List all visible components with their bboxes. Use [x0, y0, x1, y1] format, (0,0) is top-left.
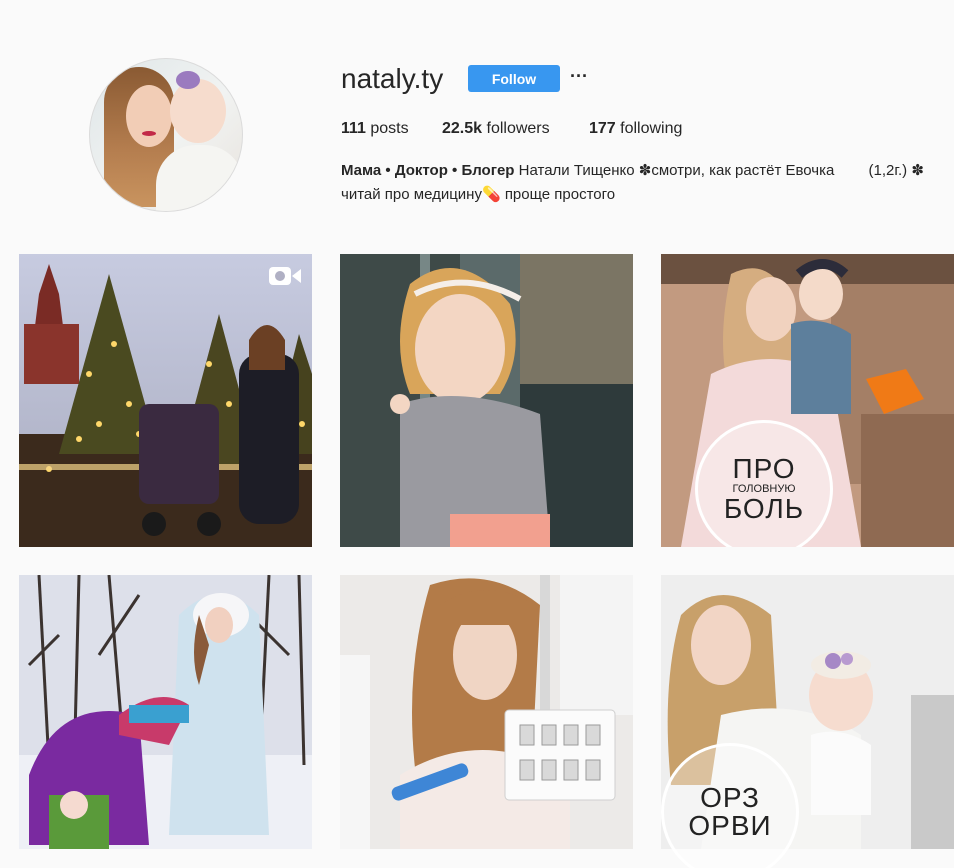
avatar-face [126, 85, 172, 147]
follow-button[interactable]: Follow [468, 65, 560, 92]
avatar-lips [142, 131, 156, 136]
bio-full-name: Мама • Доктор • Блогер [341, 162, 515, 179]
profile-bio: Мама • Доктор • Блогер Натали Тищенко ✽с… [341, 159, 951, 207]
comb-and-vials-image [340, 575, 633, 849]
winter-stroller-image [19, 575, 312, 849]
bio-line-1: Натали Тищенко ✽смотри, как растёт Евочк… [514, 162, 924, 179]
stamp-word-1: ПРО [732, 453, 796, 484]
posts-label: posts [365, 120, 409, 137]
avatar-baby-bow [176, 71, 200, 89]
post-christmas-trees[interactable] [19, 254, 312, 547]
christmas-trees-image [19, 254, 312, 547]
following-count: 177 [589, 120, 616, 137]
more-options-icon[interactable]: ··· [570, 66, 588, 90]
followers-stat[interactable]: 22.5k followers [442, 119, 550, 139]
toddler-aquarium-image [340, 254, 633, 547]
stamp-word-1: ОРЗ [700, 782, 760, 813]
posts-count: 111 [341, 120, 366, 137]
following-label: following [615, 120, 683, 137]
posts-stat: 111 posts [341, 119, 409, 139]
video-camera-icon [269, 267, 301, 285]
followers-label: followers [482, 120, 550, 137]
stamp-word-2: ОРВИ [688, 810, 772, 841]
following-stat[interactable]: 177 following [589, 119, 682, 139]
post-winter-stroller[interactable] [19, 575, 312, 868]
post-pro-golovnuyu-bol[interactable]: ПРО ГОЛОВНУЮ БОЛЬ [661, 254, 954, 547]
post-orz-orvi[interactable]: ОРЗ ОРВИ [661, 575, 954, 868]
profile-username: nataly.ty [341, 63, 444, 94]
stamp-word-2: БОЛЬ [723, 493, 805, 524]
topic-stamp: ОРЗ ОРВИ [661, 743, 799, 868]
post-comb-and-vials[interactable] [340, 575, 633, 868]
avatar-baby-face [170, 79, 226, 143]
bio-line-2: читай про медицину💊 проще простого [341, 186, 616, 203]
topic-stamp: ПРО ГОЛОВНУЮ БОЛЬ [695, 420, 833, 547]
followers-count: 22.5k [442, 120, 483, 137]
profile-avatar[interactable] [89, 58, 243, 212]
post-toddler-aquarium[interactable] [340, 254, 633, 547]
avatar-baby-dress [156, 145, 242, 211]
